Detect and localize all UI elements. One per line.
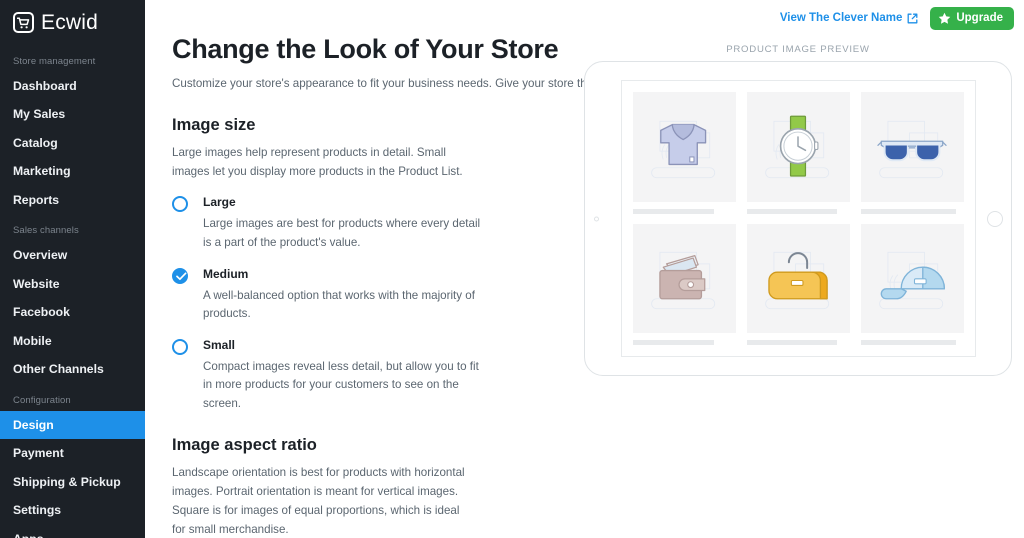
product-title-placeholder [632, 340, 714, 345]
product-tile[interactable] [746, 92, 850, 214]
image-size-option[interactable]: Small Compact images reveal less detail, … [172, 338, 562, 414]
image-size-option[interactable]: Medium A well-balanced option that works … [172, 267, 562, 324]
cap-icon [860, 223, 964, 333]
home-button-icon[interactable] [987, 210, 1003, 227]
image-size-option-body: Medium A well-balanced option that works … [203, 267, 562, 324]
product-title-placeholder [632, 208, 714, 214]
product-title-placeholder [860, 208, 957, 214]
sidebar-group-label: Sales channels [13, 225, 79, 237]
sidebar: Ecwid Store management Dashboard My Sales C… [0, 0, 145, 538]
sidebar-item-mobile[interactable]: Mobile [0, 327, 145, 355]
sunglasses-icon [860, 92, 964, 202]
image-size-option-body: Large Large images are best for products … [203, 195, 562, 252]
app-root: Ecwid Store management Dashboard My Sales C… [0, 0, 1024, 538]
brand[interactable]: Ecwid [0, 0, 145, 45]
radio-unchecked-icon[interactable] [172, 338, 188, 355]
sidebar-group-label: Configuration [13, 394, 71, 406]
preview-column: PRODUCT IMAGE PREVIEW [572, 36, 1024, 538]
sidebar-item-shipping-pickup[interactable]: Shipping & Pickup [0, 468, 145, 496]
sidebar-item-my-sales[interactable]: My Sales [0, 100, 145, 128]
sidebar-item-reports[interactable]: Reports [0, 186, 145, 214]
preview-caption: PRODUCT IMAGE PREVIEW [726, 44, 870, 55]
bag-icon [746, 223, 850, 333]
product-preview-grid [620, 80, 976, 357]
sidebar-nav: Store management Dashboard My Sales Catalog… [0, 45, 145, 538]
wallet-icon [632, 223, 736, 333]
image-size-title: Image size [172, 115, 256, 134]
star-icon [938, 12, 951, 25]
sidebar-item-overview[interactable]: Overview [0, 241, 145, 269]
settings-column: Change the Look of Your Store Customize … [172, 34, 819, 538]
product-tile[interactable] [860, 92, 964, 214]
image-size-options: Large Large images are best for products … [172, 195, 562, 413]
image-size-option-label: Large [203, 195, 236, 210]
sidebar-item-facebook[interactable]: Facebook [0, 298, 145, 326]
aspect-ratio-title: Image aspect ratio [172, 436, 317, 455]
tablet-frame [584, 61, 1012, 376]
sidebar-item-dashboard[interactable]: Dashboard [0, 72, 145, 100]
main-content: View The Clever Name Upgrade Change the … [145, 0, 1024, 538]
page-subtitle: Customize your store's appearance to fit… [172, 77, 819, 91]
camera-icon [594, 216, 599, 221]
sidebar-item-apps[interactable]: Apps [0, 525, 145, 538]
view-store-label: View The Clever Name [779, 12, 903, 24]
sidebar-item-design[interactable]: Design [0, 410, 145, 440]
sidebar-item-catalog[interactable]: Catalog [0, 129, 145, 157]
page-title: Change the Look of Your Store [172, 34, 559, 64]
image-size-description: Large images help represent products in … [172, 145, 463, 178]
image-size-option-label: Small [203, 337, 236, 352]
product-title-placeholder [860, 340, 957, 345]
upgrade-label: Upgrade [956, 12, 1003, 24]
content-area: Change the Look of Your Store Customize … [145, 34, 1024, 538]
sidebar-item-other-channels[interactable]: Other Channels [0, 355, 145, 383]
aspect-ratio-description: Landscape orientation is best for produc… [172, 466, 465, 536]
product-title-placeholder [746, 340, 838, 345]
radio-checked-icon[interactable] [172, 267, 188, 284]
image-size-option-label: Medium [203, 266, 249, 281]
view-store-link[interactable]: View The Clever Name [780, 12, 919, 24]
product-title-placeholder [746, 208, 838, 214]
tshirt-icon [632, 92, 736, 202]
topbar: View The Clever Name Upgrade [145, 0, 1024, 36]
image-size-option-description: Compact images reveal less detail, but a… [203, 359, 479, 410]
brand-name: Ecwid [41, 11, 99, 34]
image-size-option-description: Large images are best for products where… [203, 217, 481, 249]
shopping-cart-icon [13, 12, 34, 33]
watch-icon [746, 92, 850, 202]
external-link-icon [907, 13, 918, 24]
sidebar-item-website[interactable]: Website [0, 270, 145, 298]
product-tile[interactable] [746, 223, 850, 345]
image-size-option-body: Small Compact images reveal less detail, … [203, 338, 562, 414]
image-size-option[interactable]: Large Large images are best for products … [172, 195, 562, 252]
sidebar-item-payment[interactable]: Payment [0, 439, 145, 467]
product-tile[interactable] [632, 92, 736, 214]
sidebar-item-settings[interactable]: Settings [0, 496, 145, 524]
sidebar-group-label: Store management [13, 56, 96, 67]
radio-unchecked-icon[interactable] [172, 196, 188, 213]
image-size-option-description: A well-balanced option that works with t… [203, 288, 475, 321]
sidebar-item-marketing[interactable]: Marketing [0, 157, 145, 185]
upgrade-button[interactable]: Upgrade [930, 6, 1014, 30]
product-tile[interactable] [632, 223, 736, 345]
product-tile[interactable] [860, 223, 964, 345]
